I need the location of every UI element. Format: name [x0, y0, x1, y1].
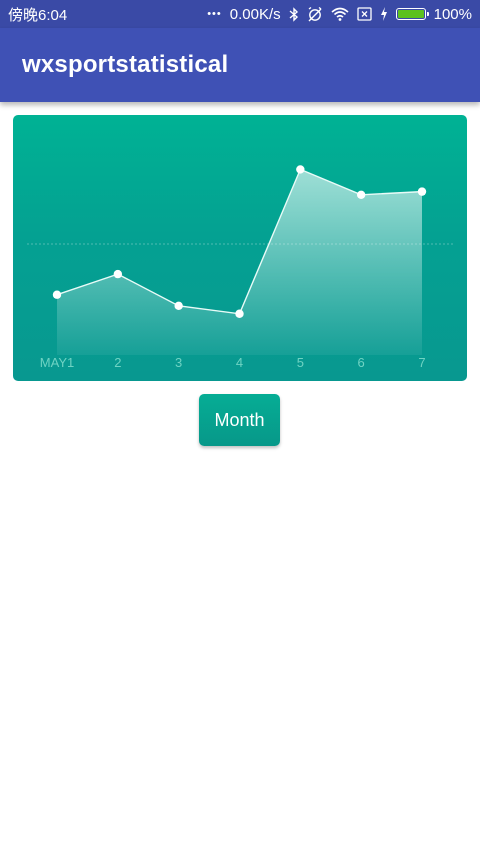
network-speed: 0.00K/s	[229, 5, 281, 23]
charging-icon	[380, 7, 388, 21]
x-tick-label: 3	[175, 355, 182, 370]
status-time: 傍晚6:04	[8, 6, 68, 24]
battery-icon	[395, 8, 429, 20]
network-dots: •••	[207, 8, 222, 20]
app-title: wxsportstatistical	[22, 51, 229, 78]
data-point	[52, 290, 62, 299]
alarm-off-icon	[307, 6, 323, 22]
battery-level-fill	[397, 10, 424, 18]
data-point	[356, 190, 366, 199]
wifi-icon	[331, 7, 349, 21]
x-tick-label: 4	[236, 355, 243, 370]
data-point	[296, 165, 305, 174]
status-bar: 傍晚6:04 ••• 0.00K/s 100%	[0, 0, 480, 28]
x-tick-label: 6	[358, 355, 365, 370]
data-point	[235, 309, 244, 318]
x-tick-label: 2	[114, 355, 121, 370]
x-tick-label: 7	[418, 355, 425, 370]
x-tick-label: 5	[297, 355, 304, 370]
data-point	[417, 187, 427, 196]
chart-card: MAY1 2 3 4 5 6 7	[13, 115, 467, 381]
data-point	[174, 301, 183, 311]
bluetooth-icon	[289, 6, 299, 22]
x-tick-label: MAY1	[40, 355, 74, 370]
battery-percent: 100%	[433, 5, 472, 23]
data-point	[113, 269, 123, 279]
area-fill	[57, 169, 422, 355]
month-button[interactable]: Month	[199, 394, 280, 446]
sim-card-icon	[356, 7, 372, 21]
line-chart: MAY1 2 3 4 5 6 7	[27, 165, 453, 370]
app-bar: wxsportstatistical	[0, 28, 480, 102]
